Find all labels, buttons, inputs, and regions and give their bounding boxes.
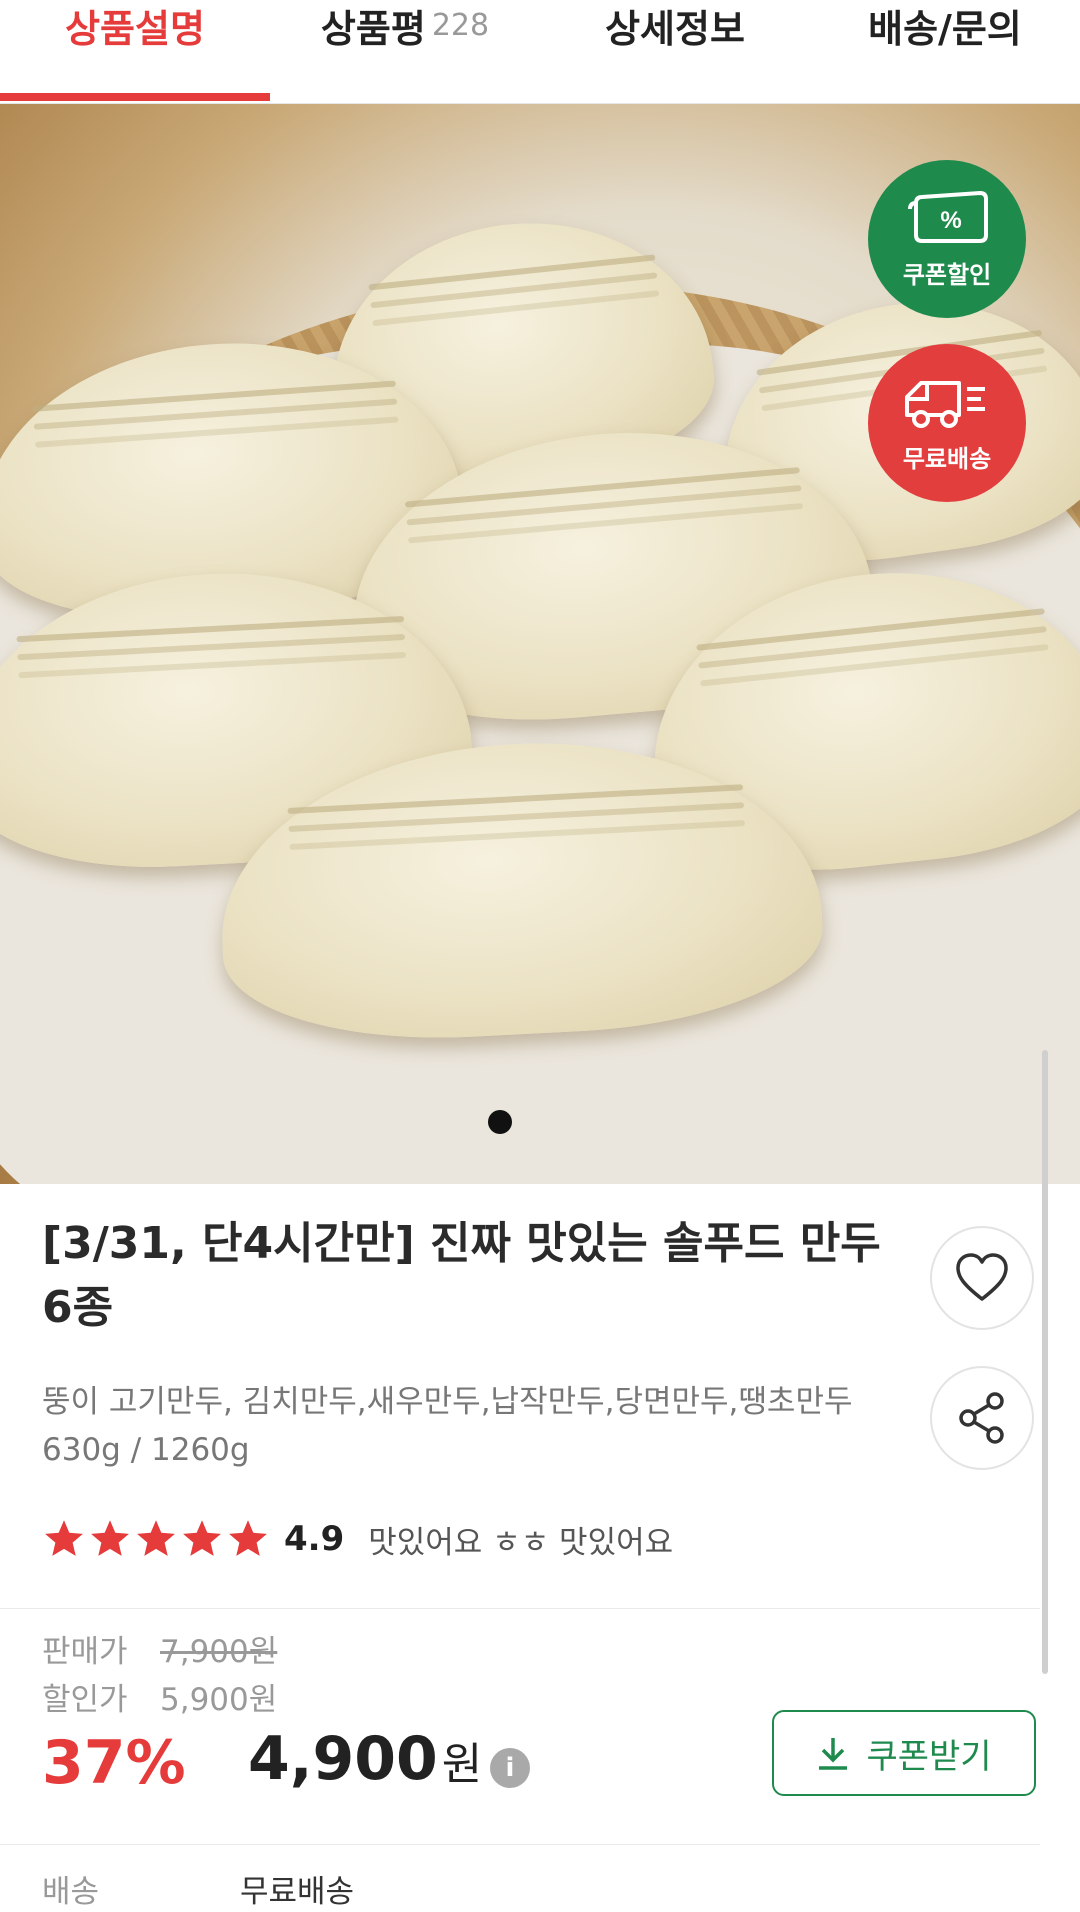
delivery-truck-icon (905, 380, 985, 428)
rating-value: 4.9 (284, 1519, 345, 1559)
price-info-icon[interactable]: i (490, 1748, 530, 1788)
get-coupon-label: 쿠폰받기 (866, 1736, 992, 1777)
download-icon (819, 1738, 848, 1770)
tab-label: 상세정보 (605, 7, 745, 51)
review-snippet: 맛있어요 ㅎㅎ 맛있어요 (368, 1524, 674, 1561)
percent-symbol: % (940, 207, 961, 234)
get-coupon-button[interactable]: 쿠폰받기 (772, 1710, 1036, 1796)
carousel-indicator-dot[interactable] (488, 1110, 512, 1134)
tab-label: 배송/문의 (868, 7, 1022, 51)
tab-shipping-inquiry[interactable]: 배송/문의 (810, 0, 1080, 77)
tab-reviews[interactable]: 상품평 228 (270, 0, 540, 77)
free-shipping-badge[interactable]: 무료배송 (868, 344, 1026, 502)
discount-price-label: 할인가 (42, 1682, 128, 1718)
product-title: [3/31, 단4시간만] 진짜 맛있는 솔푸드 만두 6종 (42, 1218, 881, 1333)
discount-price-value: 5,900원 (160, 1682, 278, 1718)
star-icon (229, 1520, 267, 1556)
tab-bar: 상품설명 상품평 228 상세정보 배송/문의 (0, 0, 1080, 104)
scrollbar[interactable] (1042, 1050, 1048, 1674)
share-button[interactable] (930, 1366, 1034, 1470)
free-shipping-label: 무료배송 (902, 444, 992, 473)
shipping-label: 배송 (42, 1874, 100, 1910)
tab-product-description[interactable]: 상품설명 (0, 0, 270, 101)
discount-rate: 37% (42, 1728, 186, 1798)
divider (0, 1844, 1040, 1845)
tab-label: 상품평 (320, 7, 426, 51)
share-icon (959, 1392, 1004, 1444)
final-price-unit: 원 (441, 1739, 483, 1790)
sale-price-label: 판매가 (42, 1634, 128, 1670)
tab-details[interactable]: 상세정보 (540, 0, 810, 77)
star-rating (42, 1517, 272, 1561)
final-price-amount: 4,900 (248, 1724, 438, 1794)
final-price: 4,900원 (248, 1724, 482, 1794)
tab-label: 상품설명 (65, 7, 205, 51)
wishlist-button[interactable] (930, 1226, 1034, 1330)
coupon-badge-label: 쿠폰할인 (902, 260, 992, 289)
star-icon (91, 1520, 129, 1556)
shipping-value: 무료배송 (240, 1874, 355, 1910)
divider (0, 1608, 1040, 1609)
heart-icon (956, 1253, 1008, 1301)
sale-price-value: 7,900원 (160, 1634, 278, 1670)
review-count: 228 (431, 8, 490, 43)
product-image-carousel[interactable]: % 쿠폰할인 무료배송 (0, 104, 1080, 1184)
star-icon (45, 1520, 83, 1556)
product-description: 뚱이 고기만두, 김치만두,새우만두,납작만두,당면만두,땡초만두 630g /… (42, 1384, 853, 1468)
star-icon (183, 1520, 221, 1556)
coupon-discount-badge[interactable]: % 쿠폰할인 (868, 160, 1026, 318)
star-icon (137, 1520, 175, 1556)
coupon-ticket-icon: % (908, 190, 988, 243)
rating-summary[interactable]: 4.9 맛있어요 ㅎㅎ 맛있어요 (42, 1514, 673, 1564)
